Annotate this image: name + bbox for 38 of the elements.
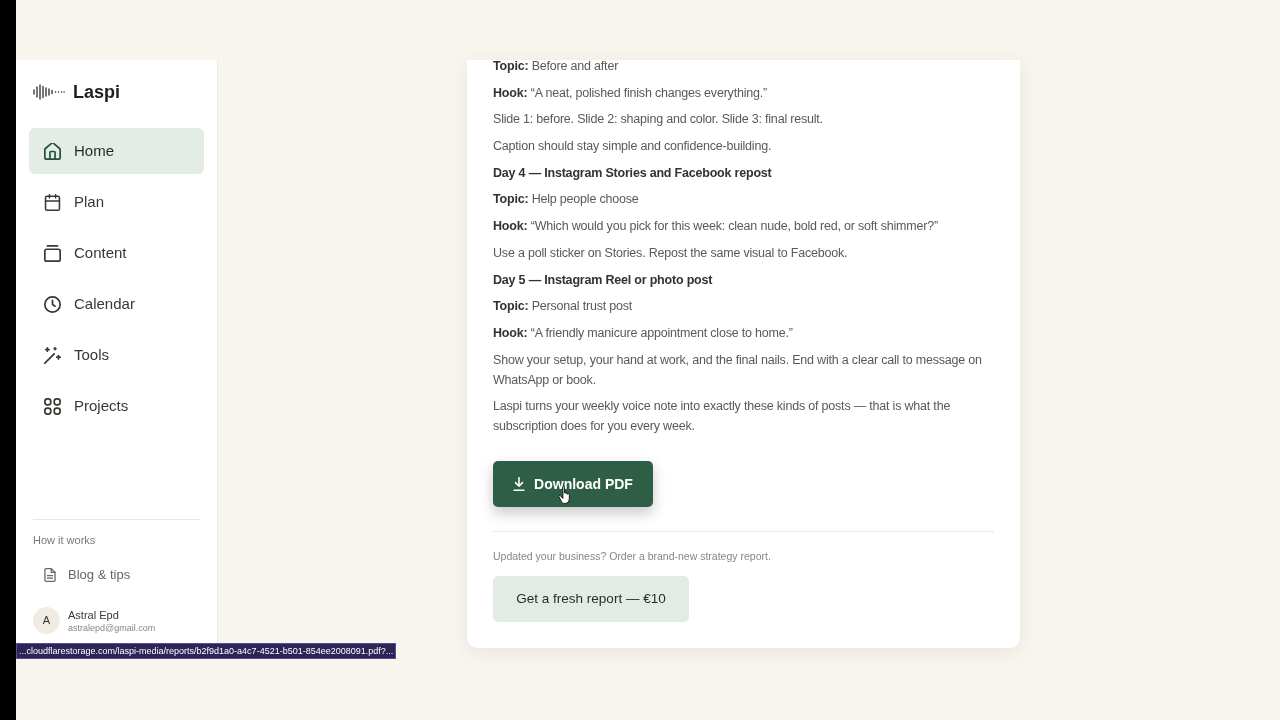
paragraph: Caption should stay simple and confidence-building.: [493, 138, 773, 156]
paragraph: Slide 1: before. Slide 2: shaping and color. Slide 3: final result.: [493, 111, 824, 129]
paragraph: Use a poll sticker on Stories. Repost the same visual to Facebook.: [493, 244, 849, 262]
download-pdf-button[interactable]: Download PDF: [493, 461, 653, 508]
clock-icon: [44, 295, 61, 313]
paragraph: Topic: Before and after: [493, 60, 620, 75]
home-icon: [44, 142, 61, 160]
nav-item[interactable]: Calendar: [29, 281, 204, 327]
status-url-tooltip: ...cloudflarestorage.com/laspi-media/reports/b2f9d1a0-a4c7-4521-b501-854ee2008091.pdf?...: [16, 643, 397, 659]
user-email: astralepd@gmail.com: [68, 621, 156, 634]
paragraph: Hook: “A neat, polished finish changes everything.”: [493, 84, 768, 102]
avatar: A: [33, 607, 60, 634]
user-name: Astral Epd: [68, 607, 119, 622]
day-heading: Day 5 — Instagram Reel or photo post: [493, 271, 714, 289]
section-label: How it works: [33, 533, 96, 547]
nav-item[interactable]: Plan: [29, 179, 204, 225]
paragraph: Hook: “A friendly manicure appointment close to home.”: [493, 324, 794, 342]
paragraph: Show your setup, your hand at work, and the final nails. End with a clear call to message on WhatsApp or book.: [493, 351, 983, 389]
download-icon: [513, 477, 526, 492]
reorder-note: Updated your business? Order a brand-new strategy report.: [493, 549, 771, 564]
day-heading: Day 4 — Instagram Stories and Facebook repost: [493, 164, 773, 182]
paragraph: Hook: “Which would you pick for this week: clean nude, bold red, or soft shimmer?”: [493, 218, 939, 236]
paragraph: Laspi turns your weekly voice note into exactly these kinds of posts — that is what the subscription does for you every week.: [493, 398, 952, 436]
stacked-cards-icon: [44, 244, 61, 262]
calendar-icon: [44, 193, 61, 211]
fresh-report-button[interactable]: Get a fresh report — €10: [493, 576, 689, 623]
nav-item[interactable]: Projects: [29, 383, 204, 429]
grid-icon: [44, 397, 61, 415]
paragraph: Topic: Help people choose: [493, 191, 640, 209]
nav-item[interactable]: Home: [29, 128, 204, 174]
magic-wand-icon: [44, 346, 61, 364]
nav-item[interactable]: Tools: [29, 332, 204, 378]
paragraph: Topic: Personal trust post: [493, 298, 634, 316]
sidebar-link[interactable]: Blog & tips: [33, 561, 131, 589]
document-icon: [44, 568, 56, 582]
nav-item[interactable]: Content: [29, 230, 204, 276]
brand-name: Laspi: [73, 80, 120, 104]
sound-wave-logo-icon: [33, 84, 65, 100]
